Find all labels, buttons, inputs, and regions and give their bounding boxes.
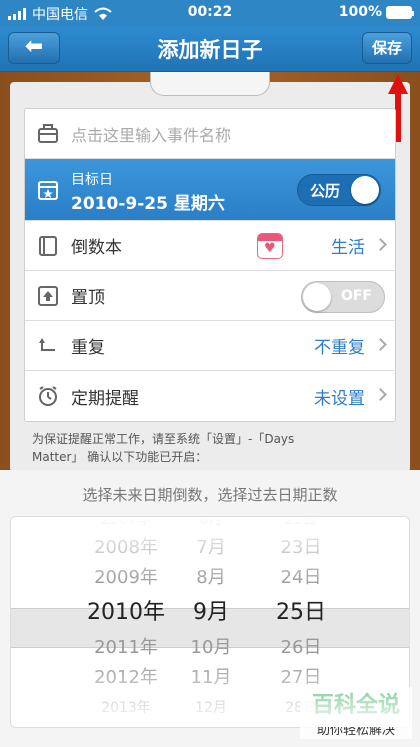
month-option[interactable]: 12月 [181, 693, 241, 723]
picker-hint: 选择未来日期倒数，选择过去日期正数 [82, 486, 338, 504]
month-option[interactable]: 8月 [181, 563, 241, 593]
watermark-logo: 百科全说 助你轻松解决 [300, 687, 412, 739]
watermark-subtitle: 助你轻松解决 [316, 723, 395, 738]
day-option[interactable]: 23日 [261, 533, 341, 563]
month-column[interactable]: 6月 7月 8月 9月 10月 11月 12月 [181, 517, 241, 723]
calendar-star-icon [38, 181, 58, 200]
heart-calendar-icon: ♥ [257, 233, 283, 259]
repeat-row[interactable]: 重复 不重复 [25, 321, 395, 371]
month-option[interactable]: 10月 [181, 633, 241, 663]
book-row[interactable]: 倒数本 ♥ 生活 [25, 221, 395, 271]
event-form: 点击这里输入事件名称 目标日 2010-9-25 星期六 公历 倒数本 ♥ 生活… [24, 108, 396, 422]
target-date-label: 目标日 [71, 172, 113, 188]
toggle-knob [303, 283, 331, 311]
page-title: 添加新日子 [157, 38, 263, 62]
note-line-1: 为保证提醒正常工作，请至系统「设置」-「Days [32, 432, 295, 446]
pin-toggle[interactable]: OFF [301, 281, 385, 313]
arrow-left-icon: ⬅ [24, 34, 44, 59]
day-option[interactable]: 24日 [261, 563, 341, 593]
pin-top-icon [38, 286, 58, 306]
nav-bar: ⬅ 添加新日子 保存 [0, 26, 420, 72]
repeat-icon [39, 338, 55, 351]
alarm-clock-icon [39, 386, 57, 406]
chevron-right-icon [374, 388, 387, 401]
repeat-label: 重复 [71, 338, 105, 358]
clipboard-clip [150, 72, 270, 96]
status-bar: 中国电信 00:22 100% [0, 0, 420, 26]
month-option[interactable]: 11月 [181, 663, 241, 693]
battery-icon [386, 5, 414, 19]
pin-row: 置顶 OFF [25, 271, 395, 321]
year-option[interactable]: 2013年 [71, 693, 181, 723]
day-option[interactable]: 22日 [261, 517, 341, 533]
year-option[interactable]: 2008年 [71, 533, 181, 563]
chevron-right-icon [374, 238, 387, 251]
repeat-value: 不重复 [314, 338, 365, 358]
target-date-row[interactable]: 目标日 2010-9-25 星期六 公历 [25, 159, 395, 221]
year-option[interactable]: 2012年 [71, 663, 181, 693]
briefcase-icon [38, 124, 58, 143]
year-column[interactable]: 2007年 2008年 2009年 2010年 2011年 2012年 2013… [71, 517, 181, 723]
toggle-knob [351, 176, 379, 204]
reminder-value: 未设置 [314, 388, 365, 409]
target-date-value: 2010-9-25 星期六 [71, 194, 225, 214]
day-option-selected[interactable]: 25日 [261, 593, 341, 633]
month-option[interactable]: 7月 [181, 533, 241, 563]
event-name-row[interactable]: 点击这里输入事件名称 [25, 109, 395, 159]
year-option[interactable]: 2007年 [71, 517, 181, 533]
pin-toggle-label: OFF [340, 288, 372, 304]
chevron-right-icon [374, 338, 387, 351]
calendar-type-toggle[interactable]: 公历 [297, 174, 381, 206]
reminder-row[interactable]: 定期提醒 未设置 [25, 371, 395, 421]
battery-percent: 100% [338, 4, 382, 20]
year-option-selected[interactable]: 2010年 [71, 593, 181, 633]
event-name-input[interactable]: 点击这里输入事件名称 [71, 122, 231, 146]
month-option-selected[interactable]: 9月 [181, 593, 241, 633]
pin-label: 置顶 [71, 288, 105, 308]
year-option[interactable]: 2009年 [71, 563, 181, 593]
calendar-type-label: 公历 [310, 182, 341, 200]
book-label: 倒数本 [71, 238, 122, 258]
reminder-label: 定期提醒 [71, 388, 139, 409]
day-option[interactable]: 26日 [261, 633, 341, 663]
year-option[interactable]: 2011年 [71, 633, 181, 663]
book-icon [39, 236, 57, 256]
month-option[interactable]: 6月 [181, 517, 241, 533]
save-button[interactable]: 保存 [362, 32, 412, 64]
note-line-2: Matter」 确认以下功能已开启： [32, 450, 208, 464]
reminder-note: 为保证提醒正常工作，请至系统「设置」-「Days Matter」 确认以下功能已… [32, 430, 392, 466]
book-value: 生活 [331, 238, 365, 258]
back-button[interactable]: ⬅ [8, 32, 60, 64]
watermark-title: 百科全说 [311, 693, 400, 718]
